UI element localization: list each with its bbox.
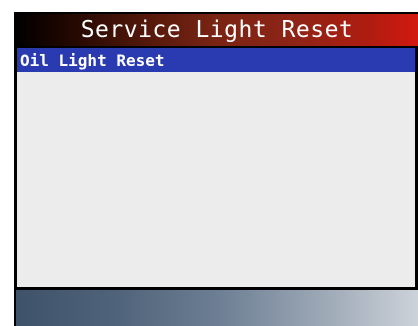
- status-bar: [16, 290, 418, 326]
- menu-item-label: Oil Light Reset: [20, 50, 165, 70]
- menu-list: Oil Light Reset: [16, 47, 416, 288]
- title-bar: Service Light Reset: [16, 14, 418, 46]
- scan-tool-screen: Service Light Reset Oil Light Reset: [14, 12, 418, 326]
- menu-item-oil-light-reset[interactable]: Oil Light Reset: [17, 48, 415, 72]
- screen-title: Service Light Reset: [80, 16, 354, 43]
